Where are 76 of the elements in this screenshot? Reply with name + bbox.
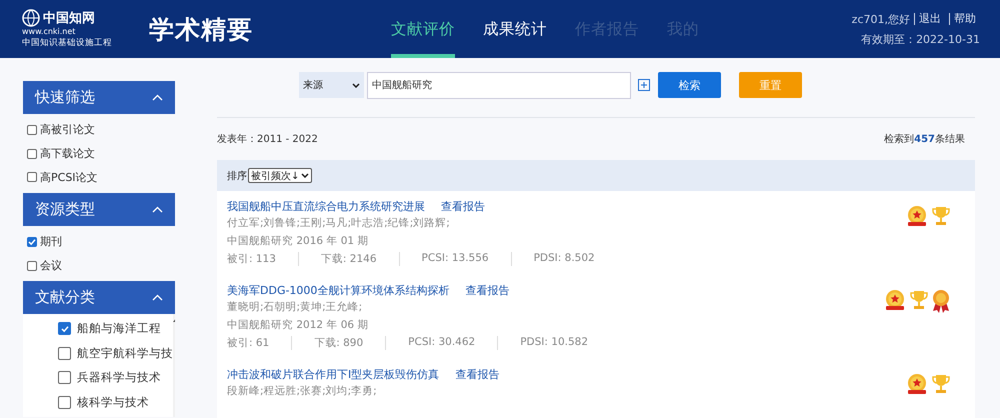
author-list: 董晓明;石朝明;黄坤;王允峰; [227, 300, 610, 316]
filter-section-header[interactable]: 快速筛选 [23, 81, 175, 114]
article-title-link[interactable]: 我国舰船中压直流综合电力系统研究进展 [227, 199, 425, 214]
trophy-icon [931, 205, 951, 227]
chevron-down-icon [352, 82, 360, 88]
metric-text: 下载: 2146 [298, 252, 399, 266]
filter-option[interactable]: 期刊 [27, 230, 175, 254]
collapse-icon[interactable] [152, 206, 163, 214]
sort-label: 排序 [227, 170, 247, 182]
metric-text: PDSI: 8.502 [510, 252, 617, 266]
filter-option[interactable]: 核科学与技术 [58, 390, 173, 414]
medal-icon [905, 205, 929, 227]
metric-text: 下载: 890 [291, 336, 386, 350]
filter-section-header[interactable]: 资源类型 [23, 193, 175, 226]
trophy-icon [909, 289, 929, 311]
filter-section-header[interactable]: 文献分类 [23, 281, 175, 314]
checkbox[interactable] [27, 172, 37, 182]
filter-option[interactable]: 船舶与海洋工程 [58, 316, 173, 341]
section-title: 文献分类 [35, 288, 95, 308]
add-icon[interactable] [638, 79, 650, 91]
section-title: 快速筛选 [35, 88, 95, 107]
filter-option[interactable]: 高被引论文 [27, 118, 175, 142]
author-list: 段新峰;程远胜;张赛;刘均;李勇; [227, 384, 500, 400]
filter-option[interactable]: 高PCSI论文 [27, 165, 175, 190]
filter-option[interactable]: 兵器科学与技术 [58, 365, 173, 390]
journal-issue: 中国舰船研究 2012 年 06 期 [227, 318, 370, 333]
medal-icon [905, 373, 929, 395]
filter-option[interactable]: 航空宇航科学与技 [58, 340, 173, 366]
view-report-link[interactable]: 查看报告 [455, 367, 500, 382]
journal-issue: 中国舰船研究 2016 年 01 期 [227, 234, 370, 249]
user-greeting: zc701,您好 [852, 12, 910, 26]
checkbox[interactable] [27, 148, 37, 159]
sort-dropdown[interactable]: 被引频次↓ [248, 168, 312, 183]
author-list: 付立军;刘鲁锋;王刚;马凡;叶志浩;纪锋;刘路辉; [227, 216, 617, 232]
nav-tab[interactable]: 成果统计 [483, 0, 547, 58]
checkbox[interactable] [58, 322, 71, 336]
checkmark-icon [60, 324, 68, 333]
filter-option[interactable]: 会议 [27, 254, 175, 278]
product-title: 学术精要 [149, 14, 253, 46]
logo-subtitle: 中国知识基础设施工程 [22, 37, 113, 49]
nav-tab[interactable]: 文献评价 [391, 0, 455, 58]
metric-text: PCSI: 13.556 [398, 252, 511, 266]
header-link[interactable]: 帮助 [949, 13, 980, 25]
logo-text: 中国知网 [43, 10, 95, 27]
logo-url: www.cnki.net [22, 27, 76, 36]
collapse-icon[interactable] [152, 94, 163, 101]
view-report-link[interactable]: 查看报告 [465, 283, 510, 298]
metric-text: 被引: 61 [227, 336, 270, 350]
view-report-link[interactable]: 查看报告 [441, 199, 485, 214]
validity-date: 有效期至：2022-10-31 [861, 32, 980, 46]
search-field[interactable]: 中国舰船研究 [367, 72, 631, 98]
checkbox[interactable] [27, 260, 37, 271]
metric-text: 被引: 113 [227, 252, 277, 266]
checkbox[interactable] [58, 396, 71, 409]
result-count: 检索到457条结果 [884, 132, 965, 146]
checkmark-icon [28, 238, 36, 246]
search-button[interactable]: 检索 [658, 72, 721, 98]
chevron-down-icon [301, 173, 310, 178]
field-dropdown[interactable]: 来源 [299, 72, 364, 98]
metric-text: PCSI: 30.462 [385, 336, 498, 350]
checkbox[interactable] [27, 236, 37, 247]
year-range: 发表年：2011 - 2022 [217, 132, 318, 146]
section-title: 资源类型 [35, 200, 95, 220]
article-title-link[interactable]: 美海军DDG-1000全舰计算环境体系结构探析 [227, 283, 450, 298]
article-title-link[interactable]: 冲击波和破片联合作用下I型夹层板毁伤仿真 [227, 367, 440, 382]
checkbox[interactable] [58, 371, 71, 384]
collapse-icon[interactable] [152, 294, 163, 302]
rosette-icon [931, 289, 951, 313]
metric-text: PDSI: 10.582 [497, 336, 610, 350]
checkbox[interactable] [27, 124, 37, 135]
globe-logo-icon [22, 9, 40, 27]
checkbox[interactable] [58, 346, 71, 360]
trophy-icon [931, 373, 951, 395]
medal-icon [883, 289, 907, 311]
filter-option[interactable]: 高下载论文 [27, 142, 175, 166]
header-link[interactable]: 退出 [914, 13, 945, 25]
